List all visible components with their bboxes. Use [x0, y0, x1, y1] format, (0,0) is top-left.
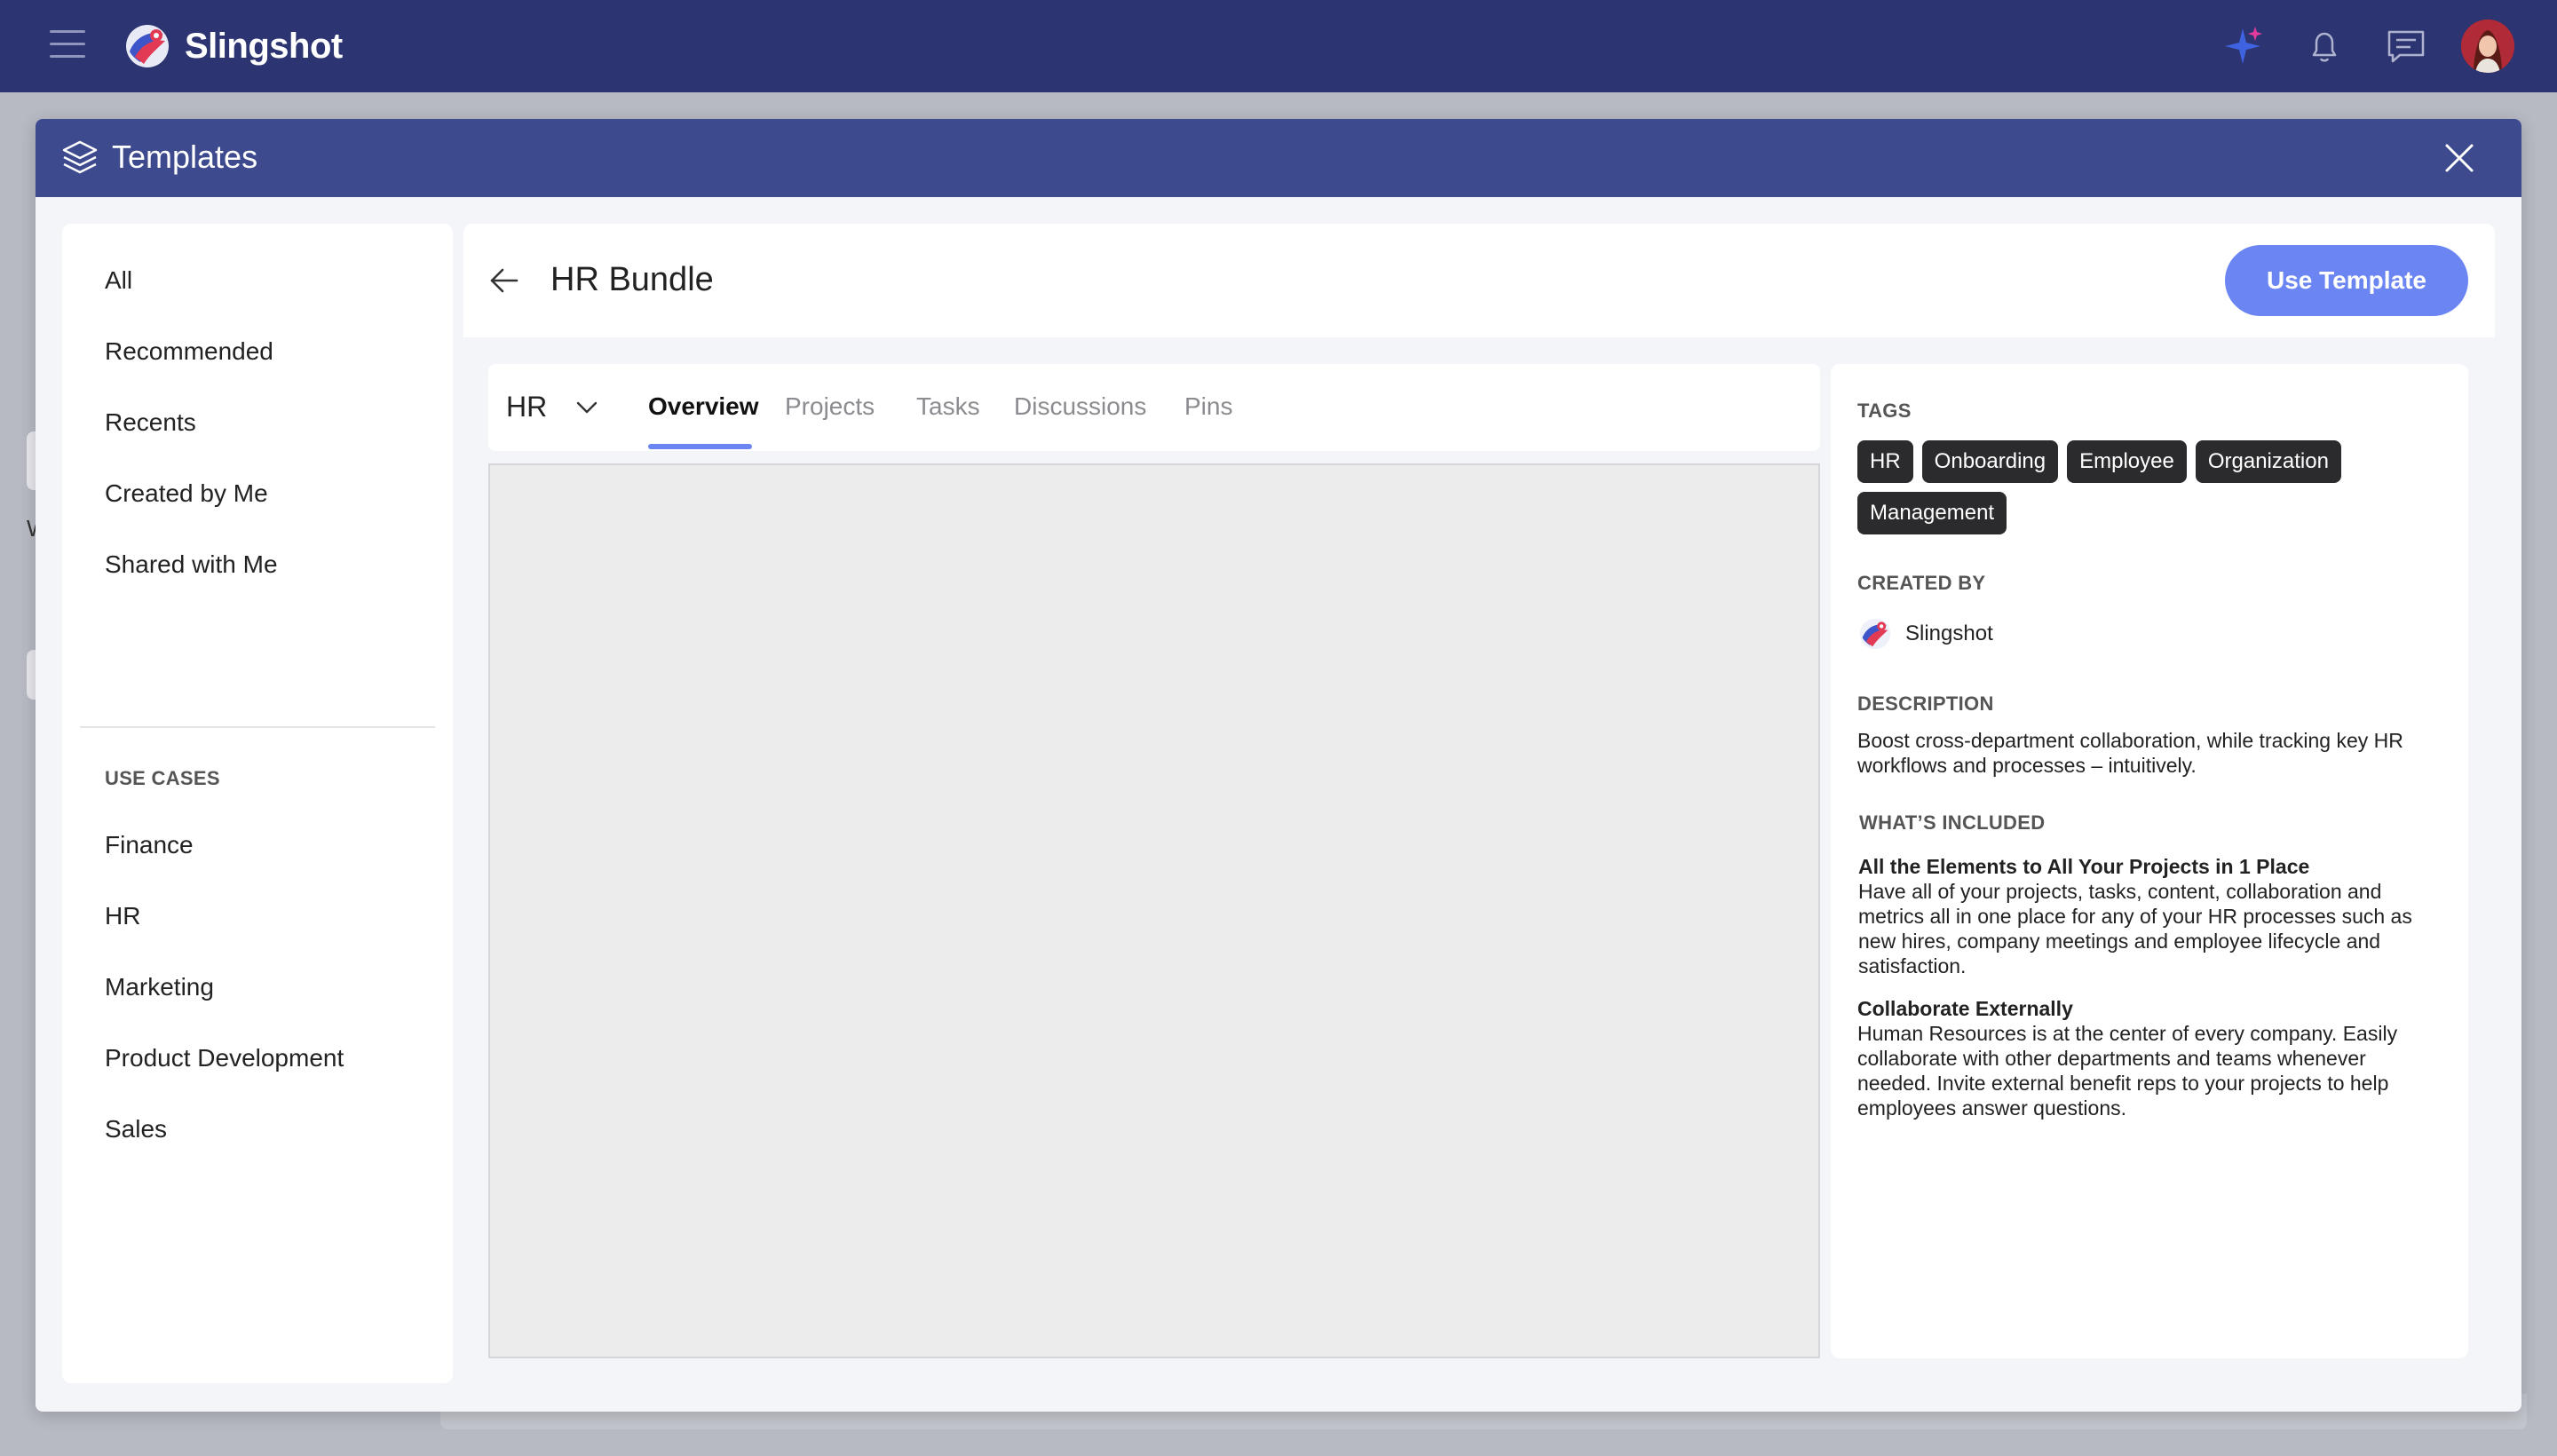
included-item-title: All the Elements to All Your Projects in… [1858, 855, 2310, 878]
tags-heading: TAGS [1857, 400, 1912, 422]
bell-icon[interactable] [2298, 20, 2351, 73]
creator-name: Slingshot [1905, 621, 1993, 645]
sidebar-section-title: USE CASES [105, 767, 220, 789]
sidebar-item-created-by-me[interactable]: Created by Me [105, 479, 268, 508]
template-preview-area [488, 463, 1820, 1358]
tab-overview[interactable]: Overview [648, 392, 759, 421]
tab-tasks[interactable]: Tasks [916, 392, 980, 421]
sidebar-divider [80, 726, 435, 728]
menu-icon[interactable] [50, 30, 85, 62]
slingshot-logo-icon [126, 25, 169, 67]
included-item: Collaborate Externally Human Resources i… [1857, 996, 2426, 1120]
tag-list: HR Onboarding Employee Organization Mana… [1857, 440, 2426, 543]
tag-chip[interactable]: Management [1857, 492, 2007, 534]
top-actions [2188, 20, 2514, 73]
included-item-text: Have all of your projects, tasks, conten… [1858, 880, 2412, 977]
app-top-bar: Slingshot [0, 0, 2557, 92]
included-item: All the Elements to All Your Projects in… [1858, 854, 2426, 978]
sidebar-item-finance[interactable]: Finance [105, 831, 194, 859]
back-arrow-icon[interactable] [487, 263, 522, 298]
tag-chip[interactable]: Onboarding [1921, 440, 2059, 483]
sidebar-item-shared-with-me[interactable]: Shared with Me [105, 550, 278, 579]
sidebar-item-recents[interactable]: Recents [105, 408, 196, 437]
user-avatar[interactable] [2461, 20, 2514, 73]
chevron-down-icon [577, 401, 598, 413]
template-title: HR Bundle [550, 261, 714, 298]
project-dropdown[interactable]: HR [506, 391, 600, 423]
included-item-text: Human Resources is at the center of ever… [1857, 1022, 2398, 1120]
included-item-title: Collaborate Externally [1857, 997, 2073, 1020]
tab-pins[interactable]: Pins [1184, 392, 1232, 421]
brand[interactable]: Slingshot [123, 21, 343, 71]
active-tab-indicator [648, 444, 752, 449]
template-tabs-bar: HR Overview Projects Tasks Discussions P… [488, 364, 1820, 451]
creator: Slingshot [1857, 616, 1993, 652]
sidebar-item-hr[interactable]: HR [105, 902, 140, 930]
sidebar-item-recommended[interactable]: Recommended [105, 337, 273, 366]
templates-sidebar: All Recommended Recents Created by Me Sh… [62, 224, 453, 1383]
description-heading: DESCRIPTION [1857, 692, 1994, 715]
template-detail-header: HR Bundle Use Template [463, 224, 2495, 337]
sparkle-icon[interactable] [2216, 20, 2269, 73]
modal-header: Templates [36, 119, 2521, 197]
tab-discussions[interactable]: Discussions [1014, 392, 1146, 421]
created-by-heading: CREATED BY [1857, 572, 1986, 594]
description-text: Boost cross-department collaboration, wh… [1857, 729, 2403, 777]
modal-title: Templates [112, 138, 258, 175]
templates-modal: Templates All Recommended Recents Create… [36, 119, 2521, 1412]
slingshot-logo-icon [1859, 618, 1891, 650]
brand-name: Slingshot [185, 26, 343, 66]
tag-chip[interactable]: Organization [2195, 440, 2341, 483]
tag-chip[interactable]: Employee [2067, 440, 2187, 483]
use-template-button[interactable]: Use Template [2225, 245, 2468, 316]
sidebar-item-all[interactable]: All [105, 266, 132, 295]
template-info-panel: TAGS HR Onboarding Employee Organization… [1831, 364, 2468, 1358]
sidebar-item-sales[interactable]: Sales [105, 1115, 167, 1143]
chat-icon[interactable] [2379, 20, 2433, 73]
project-dropdown-label: HR [506, 391, 548, 423]
tab-projects[interactable]: Projects [785, 392, 875, 421]
sidebar-item-product-development[interactable]: Product Development [105, 1044, 344, 1072]
whats-included-heading: WHAT’S INCLUDED [1859, 811, 2046, 834]
close-icon[interactable] [2440, 138, 2479, 178]
sidebar-item-marketing[interactable]: Marketing [105, 973, 214, 1001]
tag-chip[interactable]: HR [1857, 440, 1913, 483]
layers-icon [62, 140, 98, 174]
